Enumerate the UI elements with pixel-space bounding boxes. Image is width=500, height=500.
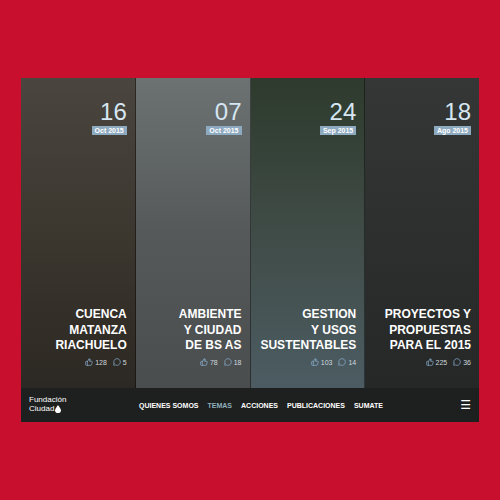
thumbs-up-icon [311, 358, 319, 366]
panel-title: CUENCAMATANZARIACHUELO [55, 307, 126, 354]
panel-title: AMBIENTEY CIUDADDE BS AS [179, 307, 242, 354]
topic-panel[interactable]: 18 Ago 2015 PROYECTOS YPROPUESTASPARA EL 2… [365, 78, 479, 388]
comment-icon [113, 358, 121, 366]
counts: 225 36 [426, 358, 471, 366]
topic-panel[interactable]: 24 Sep 2015 GESTIONY USOSSUSTENTABLES 103 14 [251, 78, 366, 388]
nav-bar: FundaciónCiudad QUIENES SOMOS TEMAS ACCIONE… [21, 388, 479, 422]
panel-title: PROYECTOS YPROPUESTASPARA EL 2015 [385, 307, 471, 354]
counts: 128 5 [85, 358, 127, 366]
date-month: Ago 2015 [434, 126, 471, 135]
comments[interactable]: 36 [453, 358, 471, 366]
date-day: 24 [330, 100, 357, 124]
comment-icon [338, 358, 346, 366]
nav: QUIENES SOMOS TEMAS ACCIONES PUBLICACIONES S… [139, 402, 450, 409]
date-month: Oct 2015 [206, 126, 241, 135]
nav-item[interactable]: PUBLICACIONES [287, 402, 345, 409]
comments[interactable]: 14 [338, 358, 356, 366]
likes[interactable]: 78 [200, 358, 218, 366]
topic-panel[interactable]: 16 Oct 2015 CUENCAMATANZARIACHUELO 128 5 [21, 78, 136, 388]
panel-info: GESTIONY USOSSUSTENTABLES 103 14 [260, 307, 356, 366]
date: 16 Oct 2015 [92, 100, 127, 135]
date-month: Oct 2015 [92, 126, 127, 135]
date-day: 07 [215, 100, 242, 124]
drop-icon [55, 405, 61, 413]
nav-item[interactable]: ACCIONES [241, 402, 278, 409]
panel-info: PROYECTOS YPROPUESTASPARA EL 2015 225 36 [385, 307, 471, 366]
logo[interactable]: FundaciónCiudad [29, 396, 129, 414]
comment-icon [224, 358, 232, 366]
comments[interactable]: 5 [113, 358, 127, 366]
comment-icon [453, 358, 461, 366]
thumbs-up-icon [85, 358, 93, 366]
likes[interactable]: 225 [426, 358, 448, 366]
thumbs-up-icon [200, 358, 208, 366]
date: 07 Oct 2015 [206, 100, 241, 135]
date-day: 18 [444, 100, 471, 124]
screen: 16 Oct 2015 CUENCAMATANZARIACHUELO 128 5 07 Oc… [21, 78, 479, 422]
page: 16 Oct 2015 CUENCAMATANZARIACHUELO 128 5 07 Oc… [0, 0, 500, 500]
comments[interactable]: 18 [224, 358, 242, 366]
panel-title: GESTIONY USOSSUSTENTABLES [260, 307, 356, 354]
counts: 78 18 [200, 358, 242, 366]
date-month: Sep 2015 [320, 126, 356, 135]
menu-button[interactable]: ☰ [460, 398, 471, 412]
panel-row: 16 Oct 2015 CUENCAMATANZARIACHUELO 128 5 07 Oc… [21, 78, 479, 388]
nav-item[interactable]: QUIENES SOMOS [139, 402, 199, 409]
likes[interactable]: 103 [311, 358, 333, 366]
topic-panel[interactable]: 07 Oct 2015 AMBIENTEY CIUDADDE BS AS 78 18 [136, 78, 251, 388]
likes[interactable]: 128 [85, 358, 107, 366]
nav-item[interactable]: TEMAS [208, 402, 233, 409]
date: 24 Sep 2015 [320, 100, 356, 135]
thumbs-up-icon [426, 358, 434, 366]
panel-info: AMBIENTEY CIUDADDE BS AS 78 18 [179, 307, 242, 366]
panel-info: CUENCAMATANZARIACHUELO 128 5 [55, 307, 126, 366]
date-day: 16 [100, 100, 127, 124]
date: 18 Ago 2015 [434, 100, 471, 135]
nav-item[interactable]: SUMATE [354, 402, 383, 409]
counts: 103 14 [311, 358, 356, 366]
